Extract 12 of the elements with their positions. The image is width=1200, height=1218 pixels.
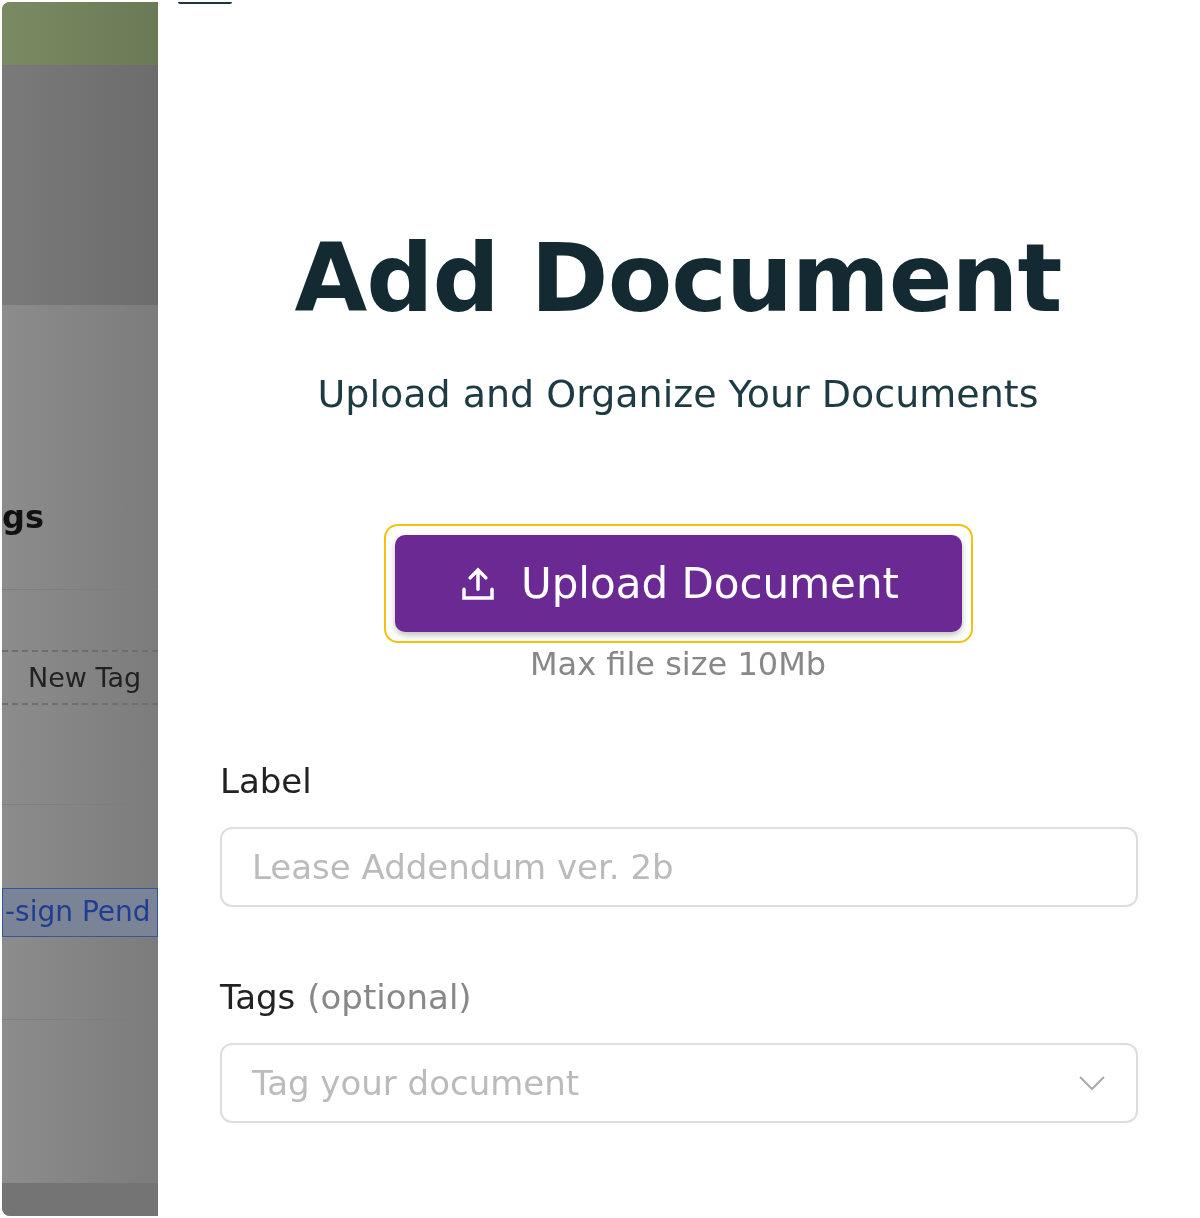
file-size-hint: Max file size 10Mb xyxy=(529,645,827,684)
field-label: Tags xyxy=(220,977,296,1018)
section-heading: gs xyxy=(2,498,44,536)
new-tag-button[interactable]: New Tag xyxy=(2,649,158,705)
upload-button[interactable]: Upload Document xyxy=(394,535,962,633)
chevron-down-icon xyxy=(1078,1075,1106,1092)
tag-chip: -sign Pend xyxy=(2,887,158,937)
dialog-title: Add Document xyxy=(294,227,1062,331)
dialog-subtitle: Upload and Organize Your Documents xyxy=(317,372,1039,417)
field-label: Label xyxy=(220,761,312,802)
optional-note: (optional) xyxy=(307,977,472,1018)
label-input[interactable]: Lease Addendum ver. 2b xyxy=(220,827,1138,908)
